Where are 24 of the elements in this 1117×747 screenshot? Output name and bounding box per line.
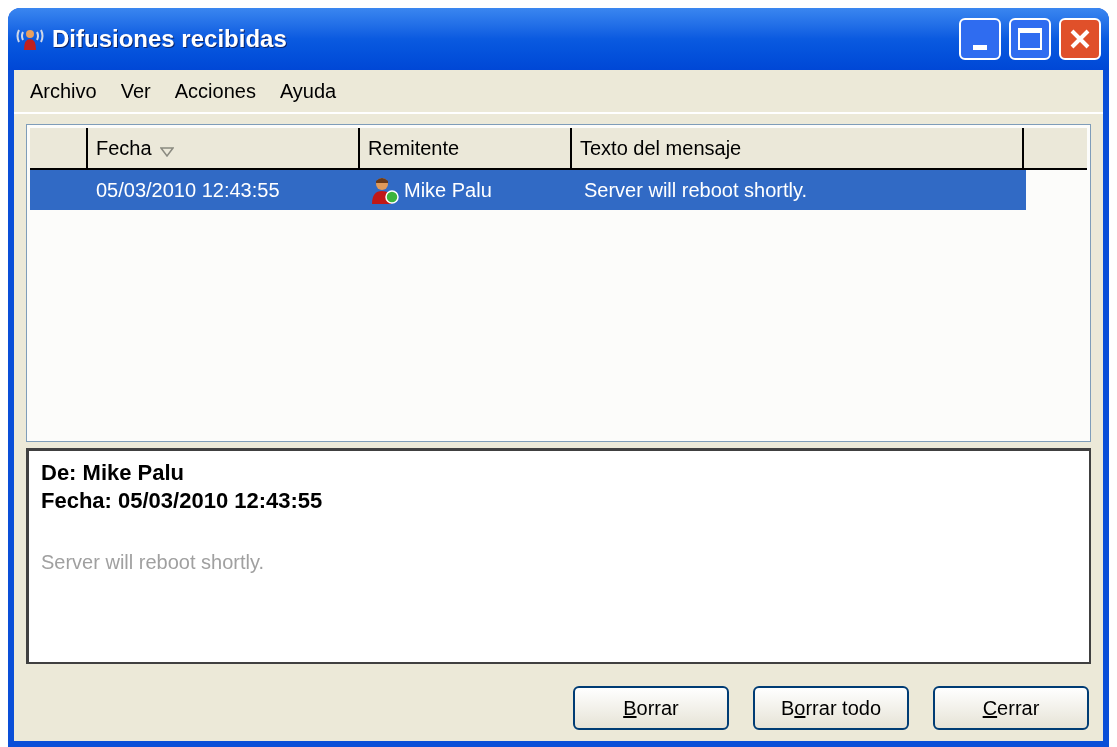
menu-item[interactable]: Ayuda	[279, 76, 337, 106]
close-icon	[1068, 27, 1092, 51]
dialog-button[interactable]: Borrar	[573, 686, 729, 730]
table-row[interactable]: 05/03/2010 12:43:55 Mike Palu Server will reboot shortly.	[30, 170, 1026, 210]
message-body: Server will reboot shortly.	[41, 550, 266, 575]
column-header[interactable]: Fecha	[88, 128, 360, 168]
menu-item[interactable]: Ver	[120, 76, 151, 106]
table-cell: Server will reboot shortly.	[584, 179, 808, 201]
table-cell: 05/03/2010 12:43:55	[96, 179, 280, 201]
minimize-button[interactable]	[959, 18, 1001, 60]
maximize-button[interactable]	[1009, 18, 1051, 60]
dialog-button[interactable]: Cerrar	[933, 686, 1089, 730]
dialog-button[interactable]: Borrar todo	[753, 686, 909, 730]
column-header[interactable]: Remitente	[360, 128, 572, 168]
window-title: Difusiones recibidas	[52, 24, 288, 54]
date-line: Fecha: 05/03/2010 12:43:55	[41, 487, 324, 515]
table-cell-text: Mike Palu	[404, 178, 492, 203]
close-button[interactable]	[1059, 18, 1101, 60]
menu-item[interactable]: Acciones	[174, 76, 256, 106]
menu-item[interactable]: Archivo	[30, 76, 97, 106]
user-icon	[370, 175, 400, 205]
sort-arrow-icon	[159, 147, 174, 157]
column-header[interactable]: Texto del mensaje	[572, 128, 1024, 168]
sender-line: De: Mike Palu	[41, 459, 186, 487]
